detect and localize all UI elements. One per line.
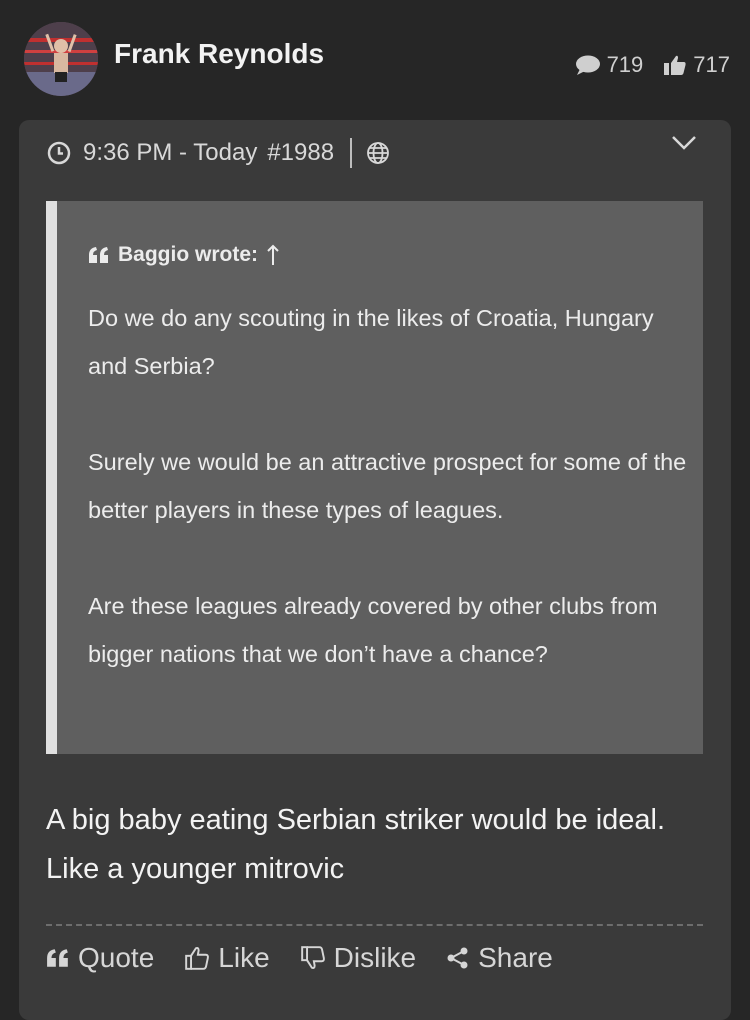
speech-bubble-icon xyxy=(575,54,601,76)
quote-paragraph: Are these leagues already covered by oth… xyxy=(88,593,658,667)
quote-label: Quote xyxy=(78,942,155,973)
actions-divider xyxy=(46,924,703,926)
quote-body: Do we do any scouting in the likes of Cr… xyxy=(88,294,688,678)
messages-stat: 719 xyxy=(575,52,644,78)
reply-text: A big baby eating Serbian striker would … xyxy=(46,804,666,885)
thumbs-down-icon xyxy=(300,945,326,971)
post-header: Frank Reynolds 719 717 xyxy=(0,0,750,115)
quote-paragraph: Surely we would be an attractive prospec… xyxy=(88,449,687,523)
quote-marks-icon xyxy=(46,948,70,968)
clock-icon xyxy=(47,141,71,165)
dislike-button[interactable]: Dislike xyxy=(300,942,416,974)
post-meta: 9:36 PM - Today #1988 xyxy=(47,136,390,170)
chevron-down-icon[interactable] xyxy=(671,134,697,157)
author-name[interactable]: Frank Reynolds xyxy=(114,38,324,70)
meta-divider xyxy=(350,138,353,168)
quote-paragraph: Do we do any scouting in the likes of Cr… xyxy=(88,305,654,379)
avatar[interactable] xyxy=(24,22,98,96)
messages-count: 719 xyxy=(606,52,644,77)
share-icon xyxy=(446,946,470,970)
quote-author: Baggio wrote: xyxy=(118,243,258,266)
like-button[interactable]: Like xyxy=(184,942,270,974)
author-stats: 719 717 xyxy=(575,52,730,78)
thumbs-up-icon xyxy=(184,945,210,971)
quote-marks-icon xyxy=(88,246,110,264)
quoted-message: Baggio wrote: Do we do any scouting in t… xyxy=(46,201,703,754)
go-to-post-arrow-icon[interactable] xyxy=(266,244,280,266)
share-label: Share xyxy=(478,942,553,973)
thumbs-up-icon xyxy=(663,54,687,76)
globe-icon xyxy=(366,141,390,165)
share-button[interactable]: Share xyxy=(446,942,553,974)
likes-stat: 717 xyxy=(663,52,730,78)
post-actions: Quote Like Dislike Share xyxy=(46,942,583,974)
likes-count: 717 xyxy=(693,52,730,77)
quote-button[interactable]: Quote xyxy=(46,942,154,974)
post-number[interactable]: #1988 xyxy=(267,139,334,167)
dislike-label: Dislike xyxy=(333,942,417,973)
post-card: 9:36 PM - Today #1988 Baggio wrote: Do w… xyxy=(19,120,731,1020)
post-time[interactable]: 9:36 PM - Today xyxy=(83,139,257,167)
quote-header: Baggio wrote: xyxy=(88,243,280,267)
like-label: Like xyxy=(218,942,270,973)
